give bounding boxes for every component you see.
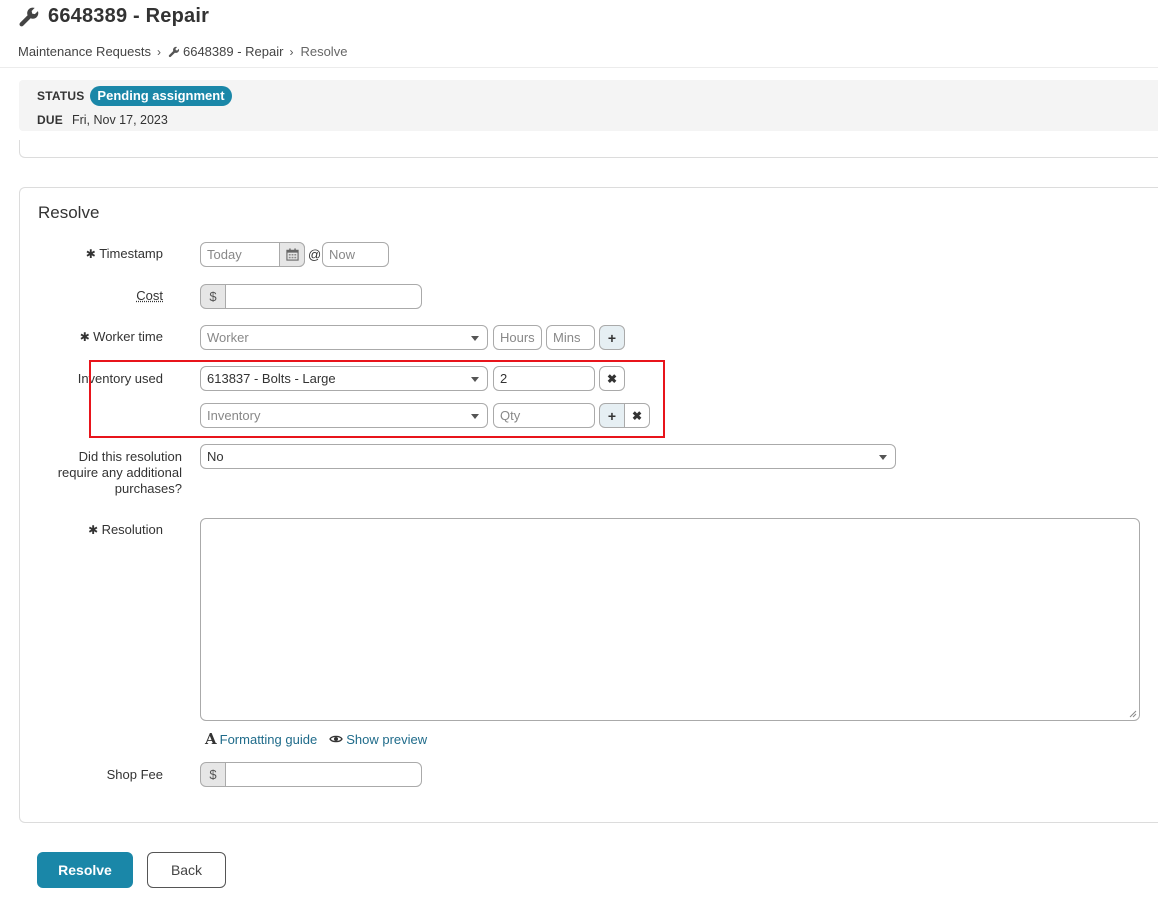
formatting-guide-text: Formatting guide: [219, 731, 318, 747]
shop-fee-currency-addon: $: [200, 762, 226, 787]
shop-fee-input[interactable]: [225, 762, 422, 787]
resolution-textarea[interactable]: [200, 518, 1140, 721]
eye-icon: [329, 735, 343, 743]
chevron-right-icon: ›: [289, 44, 294, 59]
add-worker-button[interactable]: +: [599, 325, 625, 350]
plus-icon: +: [607, 329, 617, 346]
timestamp-time-input[interactable]: Now: [322, 242, 389, 267]
panel-border: [19, 140, 1158, 158]
additional-purchases-value: No: [207, 449, 224, 464]
resolution-label: Resolution: [13, 522, 163, 537]
resize-handle-icon[interactable]: [1129, 710, 1137, 718]
cost-input[interactable]: [225, 284, 422, 309]
editor-links: A Formatting guide Show preview: [205, 730, 427, 748]
show-preview-text: Show preview: [346, 731, 428, 747]
mins-placeholder: Mins: [553, 330, 581, 345]
breadcrumb-current: Resolve: [300, 44, 348, 59]
breadcrumb: Maintenance Requests › 6648389 - Repair …: [18, 44, 347, 59]
show-preview-link[interactable]: Show preview: [329, 730, 427, 748]
back-button[interactable]: Back: [147, 852, 226, 888]
cost-label: Cost: [136, 288, 163, 303]
additional-purchases-select[interactable]: No: [200, 444, 896, 469]
breadcrumb-maintenance-requests[interactable]: Maintenance Requests: [18, 44, 151, 59]
card-title: Resolve: [38, 203, 100, 222]
text-format-icon: A: [205, 730, 217, 748]
mins-input[interactable]: Mins: [546, 325, 595, 350]
page-title: 6648389 - Repair: [18, 5, 209, 28]
timestamp-date-placeholder: Today: [207, 247, 242, 262]
breadcrumb-repair[interactable]: 6648389 - Repair: [183, 44, 283, 59]
chevron-right-icon: ›: [156, 44, 161, 59]
status-label: STATUS: [37, 89, 85, 103]
calendar-icon: [285, 248, 299, 261]
due-date: Fri, Nov 17, 2023: [71, 113, 168, 127]
timestamp-label: Timestamp: [13, 246, 163, 261]
cost-currency-addon: $: [200, 284, 226, 309]
divider: [0, 67, 1158, 68]
worker-placeholder: Worker: [207, 330, 249, 345]
wrench-icon: [168, 46, 180, 57]
additional-purchases-label: Did this resolution require any addition…: [57, 449, 182, 496]
timestamp-time-placeholder: Now: [329, 247, 356, 262]
highlight-box: [89, 360, 665, 438]
due-label: DUE: [37, 113, 63, 127]
worker-select[interactable]: Worker: [200, 325, 488, 350]
wrench-icon: [19, 7, 39, 26]
hours-input[interactable]: Hours: [493, 325, 542, 350]
status-badge: Pending assignment: [90, 86, 232, 106]
caret-down-icon: [471, 336, 479, 341]
resolve-button[interactable]: Resolve: [37, 852, 133, 888]
formatting-guide-link[interactable]: A Formatting guide: [205, 730, 317, 748]
calendar-button[interactable]: [279, 242, 305, 267]
resolve-card: Resolve: [19, 187, 1158, 823]
page-title-text: 6648389 - Repair: [48, 5, 210, 27]
hours-placeholder: Hours: [500, 330, 535, 345]
worker-time-label: Worker time: [13, 329, 163, 344]
status-panel: STATUS Pending assignment DUE Fri, Nov 1…: [19, 80, 1158, 131]
shop-fee-label: Shop Fee: [106, 767, 163, 782]
caret-down-icon: [879, 455, 887, 460]
at-symbol: @: [308, 247, 322, 262]
